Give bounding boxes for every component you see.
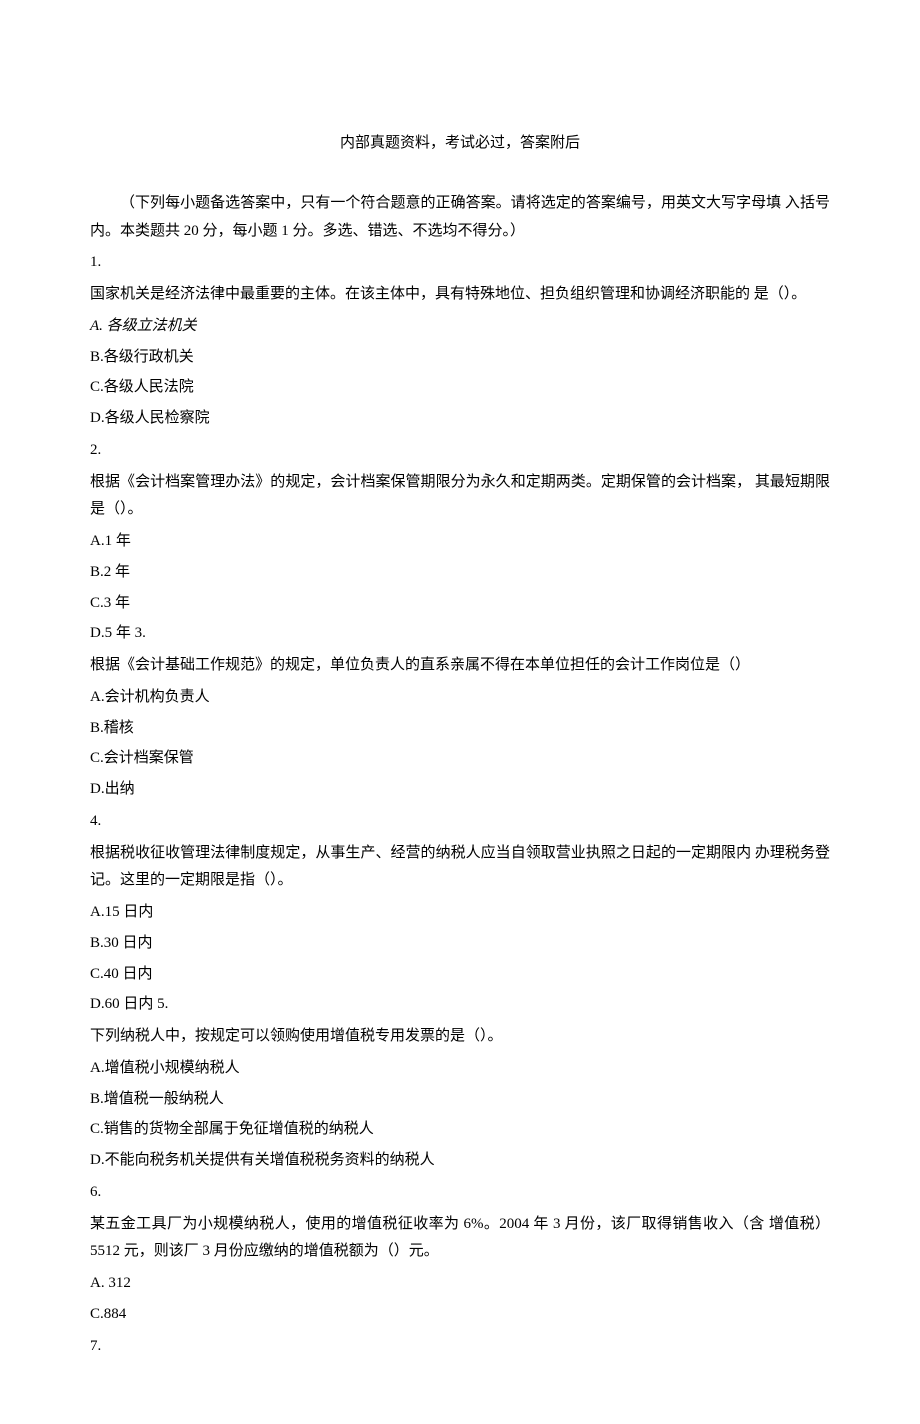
q4-option-d: D.60 日内 5. <box>90 991 830 1019</box>
q1-option-d: D.各级人民检察院 <box>90 405 830 433</box>
instructions-text: （下列每小题备选答案中，只有一个符合题意的正确答案。请将选定的答案编号，用英文大… <box>90 190 830 246</box>
q2-text: 根据《会计档案管理办法》的规定，会计档案保管期限分为永久和定期两类。定期保管的会… <box>90 469 830 525</box>
q6-number: 6. <box>90 1179 830 1207</box>
q4-option-c: C.40 日内 <box>90 961 830 989</box>
q5-text: 下列纳税人中，按规定可以领购使用增值税专用发票的是（）。 <box>90 1023 830 1051</box>
q1-text: 国家机关是经济法律中最重要的主体。在该主体中，具有特殊地位、担负组织管理和协调经… <box>90 281 830 309</box>
q3-option-a: A.会计机构负责人 <box>90 684 830 712</box>
q6-option-a: A. 312 <box>90 1270 830 1298</box>
q7-number: 7. <box>90 1333 830 1361</box>
q4-option-b: B.30 日内 <box>90 930 830 958</box>
q5-option-d: D.不能向税务机关提供有关增值税税务资料的纳税人 <box>90 1147 830 1175</box>
q2-number: 2. <box>90 437 830 465</box>
q5-option-c: C.销售的货物全部属于免征增值税的纳税人 <box>90 1116 830 1144</box>
q4-text: 根据税收征收管理法律制度规定，从事生产、经营的纳税人应当自领取营业执照之日起的一… <box>90 840 830 896</box>
q1-option-b: B.各级行政机关 <box>90 344 830 372</box>
q2-option-b: B.2 年 <box>90 559 830 587</box>
q3-option-d: D.出纳 <box>90 776 830 804</box>
q4-number: 4. <box>90 808 830 836</box>
q2-option-c: C.3 年 <box>90 590 830 618</box>
q2-option-d: D.5 年 3. <box>90 620 830 648</box>
q3-option-c: C.会计档案保管 <box>90 745 830 773</box>
q6-option-c: C.884 <box>90 1301 830 1329</box>
q2-option-a: A.1 年 <box>90 528 830 556</box>
page-header: 内部真题资料，考试必过，答案附后 <box>90 130 830 158</box>
q1-number: 1. <box>90 249 830 277</box>
q5-option-a: A.增值税小规模纳税人 <box>90 1055 830 1083</box>
q1-option-c: C.各级人民法院 <box>90 374 830 402</box>
q3-text: 根据《会计基础工作规范》的规定，单位负责人的直系亲属不得在本单位担任的会计工作岗… <box>90 652 830 680</box>
q1-option-a: A. 各级立法机关 <box>90 313 830 341</box>
q5-option-b: B.增值税一般纳税人 <box>90 1086 830 1114</box>
q3-option-b: B.稽核 <box>90 715 830 743</box>
q6-text: 某五金工具厂为小规模纳税人，使用的增值税征收率为 6%。2004 年 3 月份，… <box>90 1211 830 1267</box>
q4-option-a: A.15 日内 <box>90 899 830 927</box>
